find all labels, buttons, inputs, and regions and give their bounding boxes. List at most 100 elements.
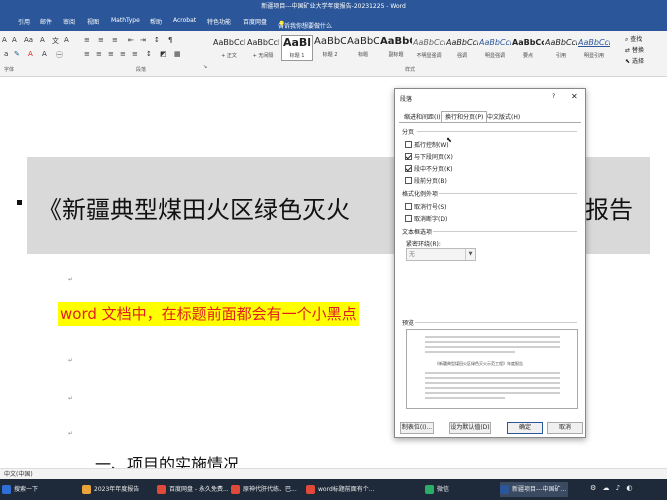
tight-wrap-select[interactable]: 无 ▼ (406, 248, 476, 261)
group-font-label: 字体 (4, 67, 15, 73)
taskbar: 搜索一下 2023年年度报告 百度网盘 - 永久免费... 原神代肝代练、巴..… (0, 479, 667, 500)
widow-control-option[interactable]: 孤行控制(W) (405, 140, 449, 149)
style-heading-1[interactable]: AaBl 标题 1 (281, 35, 313, 61)
window-title: 新疆项目---中国矿业大学年度报告-20231225 - Word (261, 3, 406, 10)
distribute-icon[interactable]: ≡ (132, 50, 138, 58)
style-intense-emphasis[interactable]: AaBbCcD 明显强调 (479, 35, 511, 61)
tab-help[interactable]: 帮助 (150, 17, 162, 26)
style-strong[interactable]: AaBbCcD 要点 (512, 35, 544, 61)
taskbar-item-word[interactable]: 新疆项目---中国矿... (500, 482, 568, 497)
section-rule (439, 193, 577, 194)
highlighted-note-text[interactable]: word 文档中，在标题前面都会有一个小黑点 (58, 302, 359, 326)
cursor-icon: ⬉ (625, 58, 631, 65)
multilevel-list-icon[interactable]: ≡ (112, 36, 118, 44)
style-subtle-emphasis[interactable]: AaBbCcD 不明显强调 (413, 35, 445, 61)
increase-indent-icon[interactable]: ⇥ (140, 36, 146, 44)
checkbox[interactable] (405, 177, 412, 184)
enclose-char-icon[interactable]: ㊀ (56, 50, 63, 60)
select-button[interactable]: ⬉ 选择 (625, 56, 644, 65)
change-case-icon[interactable]: Aa (24, 36, 33, 44)
clear-format-icon[interactable]: A (40, 36, 45, 44)
style-quote[interactable]: AaBbCcDc 引用 (545, 35, 577, 61)
language-indicator[interactable]: 中文(中国) (4, 471, 33, 478)
style-intense-quote[interactable]: AaBbCcDc 明显引用 (578, 35, 610, 61)
preview-line (425, 346, 560, 348)
suppress-line-numbers-option[interactable]: 取消行号(S) (405, 202, 447, 211)
font-size-down-icon[interactable]: A (12, 36, 17, 44)
line-spacing-icon[interactable]: ↕ (146, 50, 152, 58)
char-border-icon[interactable]: A (64, 36, 69, 44)
font-color-icon[interactable]: A (28, 50, 33, 58)
align-right-icon[interactable]: ≡ (108, 50, 114, 58)
decrease-indent-icon[interactable]: ⇤ (128, 36, 134, 44)
keep-lines-together-option[interactable]: 段中不分页(K) (405, 164, 453, 173)
style-heading-2[interactable]: AaBbC 标题 2 (314, 35, 346, 61)
checkbox[interactable] (405, 203, 412, 210)
phonetic-icon[interactable]: 文 (52, 36, 59, 46)
cancel-button[interactable]: 取消 (547, 422, 583, 434)
align-center-icon[interactable]: ≡ (96, 50, 102, 58)
style-subtitle[interactable]: AaBbC 副标题 (380, 35, 412, 61)
tab-mailings[interactable]: 邮件 (40, 17, 52, 26)
paragraph-launcher-icon[interactable]: ↘ (203, 64, 207, 70)
close-icon[interactable]: ✕ (571, 92, 578, 101)
taskbar-item-annual-report-folder[interactable]: 2023年年度报告 (82, 482, 152, 497)
help-icon[interactable]: ? (552, 93, 555, 100)
style-no-spacing[interactable]: AaBbCcDc + 无间隔 (247, 35, 279, 61)
checkbox-checked[interactable] (405, 165, 412, 172)
mouse-cursor-icon: ⬉ (446, 136, 452, 144)
preview-label: 预览 (402, 320, 415, 327)
numbering-icon[interactable]: ≡ (98, 36, 104, 44)
style-title[interactable]: AaBbC 标题 (347, 35, 379, 61)
taskbar-item-wechat[interactable]: 微信 (425, 482, 465, 497)
taskbar-item-browser-tab-1[interactable]: 百度网盘 - 永久免费... (157, 482, 237, 497)
preview-line (425, 377, 560, 379)
tab-acrobat[interactable]: Acrobat (173, 17, 196, 24)
tab-references[interactable]: 引用 (18, 17, 30, 26)
font-size-up-icon[interactable]: A (2, 36, 7, 44)
style-normal[interactable]: AaBbCcDc + 正文 (213, 35, 245, 61)
tab-special-features[interactable]: 特色功能 (207, 17, 231, 26)
borders-icon[interactable]: ▦ (174, 50, 181, 58)
char-shading-icon[interactable]: A (42, 50, 47, 58)
replace-button[interactable]: ⇄ 替换 (625, 45, 644, 54)
heading-text[interactable]: 《新疆典型煤田火区绿色灭火 (38, 190, 350, 225)
taskbar-item-browser-tab-2[interactable]: 原神代肝代练、巴... (231, 482, 301, 497)
browser-icon (231, 485, 240, 494)
tell-me-text: 告诉我你想要做什么 (278, 23, 333, 30)
folder-icon (82, 485, 91, 494)
section-heading-partial[interactable]: 一、项目的实施情况 (95, 452, 239, 468)
shading-icon[interactable]: ◩ (160, 50, 167, 58)
paragraph-mark: ↵ (68, 276, 74, 283)
tray-icons[interactable]: ⚙ ☁ ♪ ◐ (590, 484, 635, 492)
checkbox[interactable] (405, 215, 412, 222)
highlight-color-icon[interactable]: ✎ (14, 50, 20, 58)
page-break-before-option[interactable]: 段前分页(B) (405, 176, 447, 185)
checkbox-checked[interactable] (405, 153, 412, 160)
tab-review[interactable]: 审阅 (63, 17, 75, 26)
show-marks-icon[interactable]: ¶ (168, 36, 172, 44)
preview-line (425, 392, 560, 394)
tab-mathtype[interactable]: MathType (111, 17, 140, 24)
paragraph-mark: ↵ (68, 395, 74, 402)
taskbar-search[interactable]: 搜索一下 (2, 482, 60, 497)
find-button[interactable]: ⌕ 查找 (625, 34, 642, 44)
no-hyphenation-option[interactable]: 取消断字(D) (405, 214, 447, 223)
bullets-icon[interactable]: ≡ (84, 36, 90, 44)
tab-baidu-netdisk[interactable]: 百度网盘 (243, 17, 267, 26)
tab-view[interactable]: 视图 (87, 17, 99, 26)
paragraph-mark: ↵ (68, 430, 74, 437)
keep-with-next-option[interactable]: 与下段同页(X) (405, 152, 453, 161)
style-emphasis[interactable]: AaBbCcD 强调 (446, 35, 478, 61)
heading-text-tail[interactable]: 报告 (585, 190, 633, 225)
taskbar-item-browser-tab-3[interactable]: word标题前面有个... (306, 482, 378, 497)
ok-button[interactable]: 确定 (507, 422, 543, 434)
set-default-button[interactable]: 设为默认值(D) (449, 422, 491, 434)
preview-line (425, 336, 560, 338)
justify-icon[interactable]: ≡ (120, 50, 126, 58)
checkbox[interactable] (405, 141, 412, 148)
strikethrough-icon[interactable]: a (4, 50, 8, 58)
sort-icon[interactable]: ↕ (154, 36, 160, 44)
tabs-button[interactable]: 制表位(I)... (400, 422, 434, 434)
align-left-icon[interactable]: ≡ (84, 50, 90, 58)
